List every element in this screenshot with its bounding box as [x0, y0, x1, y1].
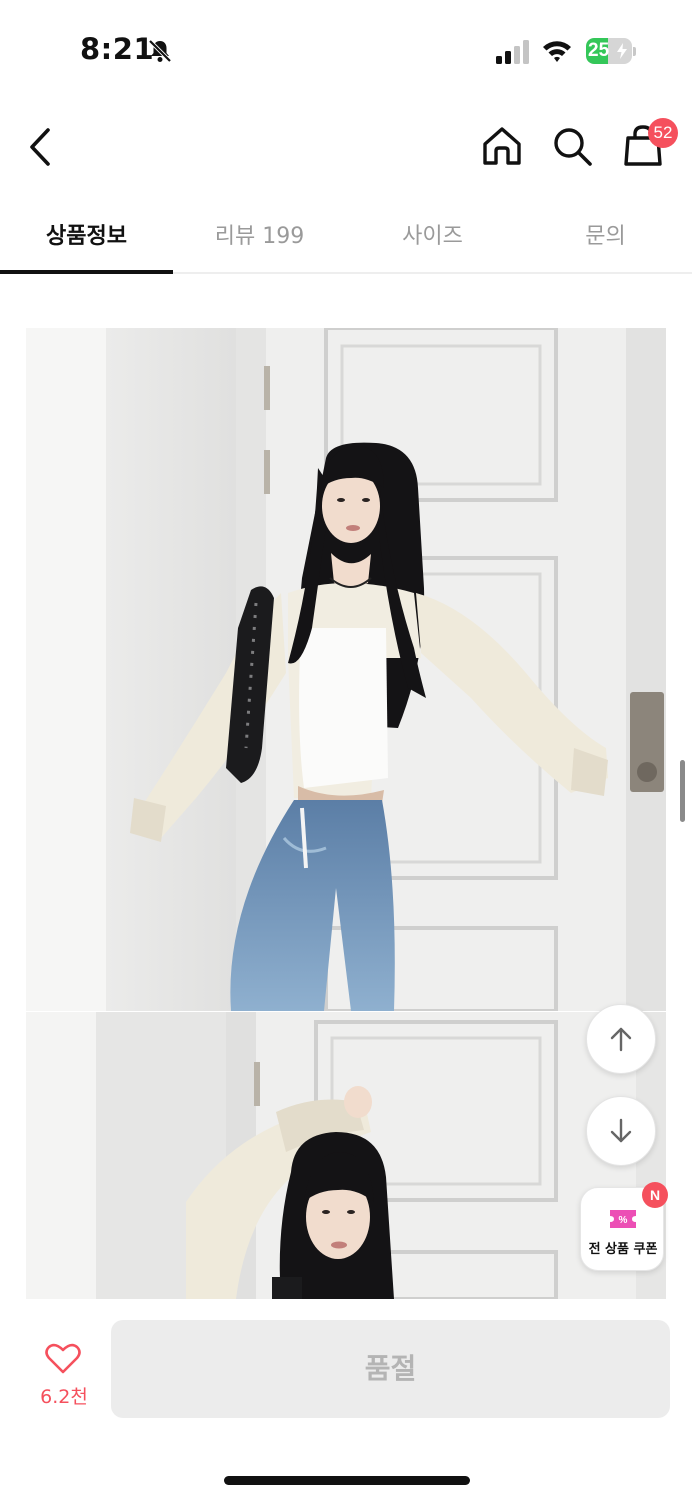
product-photo-illustration [26, 1012, 666, 1299]
search-icon[interactable] [550, 124, 594, 168]
arrow-up-icon [610, 1027, 632, 1052]
coupon-ticket-icon: % [610, 1210, 636, 1228]
tab-size[interactable]: 사이즈 [346, 200, 519, 272]
battery-body: 25 [586, 38, 632, 64]
home-icon[interactable] [480, 124, 524, 168]
product-image-2 [26, 1012, 666, 1299]
product-photo-illustration [26, 328, 666, 1011]
status-bar: 8:21 25 [0, 0, 692, 100]
like-count: 6.2천 [40, 1386, 88, 1408]
scroll-to-top-button[interactable] [586, 1004, 656, 1074]
new-badge: N [642, 1182, 668, 1208]
battery-charging-icon: 25 [586, 38, 636, 64]
product-tabs: 상품정보 리뷰 199 사이즈 문의 [0, 200, 692, 274]
sold-out-button[interactable]: 품절 [111, 1320, 670, 1418]
tab-inquiry[interactable]: 문의 [519, 200, 692, 272]
svg-text:%: % [619, 1215, 628, 1226]
scroll-indicator[interactable] [680, 760, 685, 822]
charging-bolt-icon [617, 43, 627, 59]
arrow-down-icon [610, 1118, 632, 1143]
product-image-1 [26, 328, 666, 1011]
bell-slash-icon [148, 39, 172, 63]
status-time: 8:21 [80, 32, 155, 66]
scroll-to-bottom-button[interactable] [586, 1096, 656, 1166]
tab-reviews[interactable]: 리뷰 199 [173, 200, 346, 272]
wifi-icon [543, 41, 571, 62]
cart-count-badge: 52 [648, 118, 678, 148]
chevron-left-icon[interactable] [26, 126, 58, 168]
tab-product-info[interactable]: 상품정보 [0, 200, 173, 274]
heart-outline-icon[interactable] [45, 1342, 81, 1374]
battery-level: 25 [588, 40, 610, 61]
battery-cap [633, 47, 636, 56]
home-indicator [224, 1476, 470, 1485]
coupon-label: 전 상품 쿠폰 [588, 1242, 658, 1257]
signal-icon [496, 40, 529, 64]
